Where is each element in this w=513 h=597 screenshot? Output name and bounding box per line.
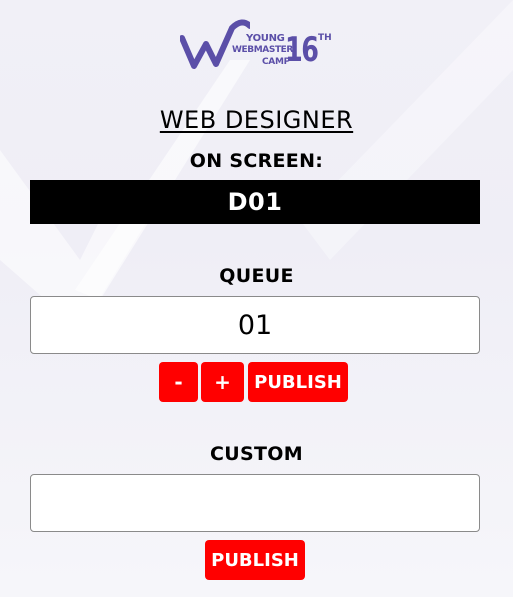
on-screen-value: D01 bbox=[227, 188, 283, 216]
young-webmaster-camp-logo: YOUNG WEBMASTER CAMP 16 TH bbox=[180, 14, 332, 70]
logo-young-text: YOUNG bbox=[246, 33, 285, 44]
queue-input[interactable] bbox=[30, 296, 480, 354]
queue-label: QUEUE bbox=[219, 265, 294, 287]
logo-webmaster-text: WEBMASTER bbox=[232, 45, 293, 55]
logo-w-icon bbox=[180, 19, 250, 69]
on-screen-label: ON SCREEN: bbox=[189, 150, 324, 172]
queue-publish-button[interactable]: PUBLISH bbox=[248, 362, 348, 402]
logo-edition-number: 16 bbox=[285, 30, 319, 70]
custom-publish-button[interactable]: PUBLISH bbox=[205, 540, 305, 580]
queue-increment-button[interactable]: + bbox=[201, 362, 244, 402]
role-title: WEB DESIGNER bbox=[159, 106, 354, 134]
custom-label: CUSTOM bbox=[210, 443, 303, 465]
custom-input[interactable] bbox=[30, 474, 480, 532]
logo-edition-suffix: TH bbox=[318, 33, 332, 43]
on-screen-display: D01 bbox=[30, 180, 480, 224]
queue-decrement-button[interactable]: - bbox=[159, 362, 198, 402]
